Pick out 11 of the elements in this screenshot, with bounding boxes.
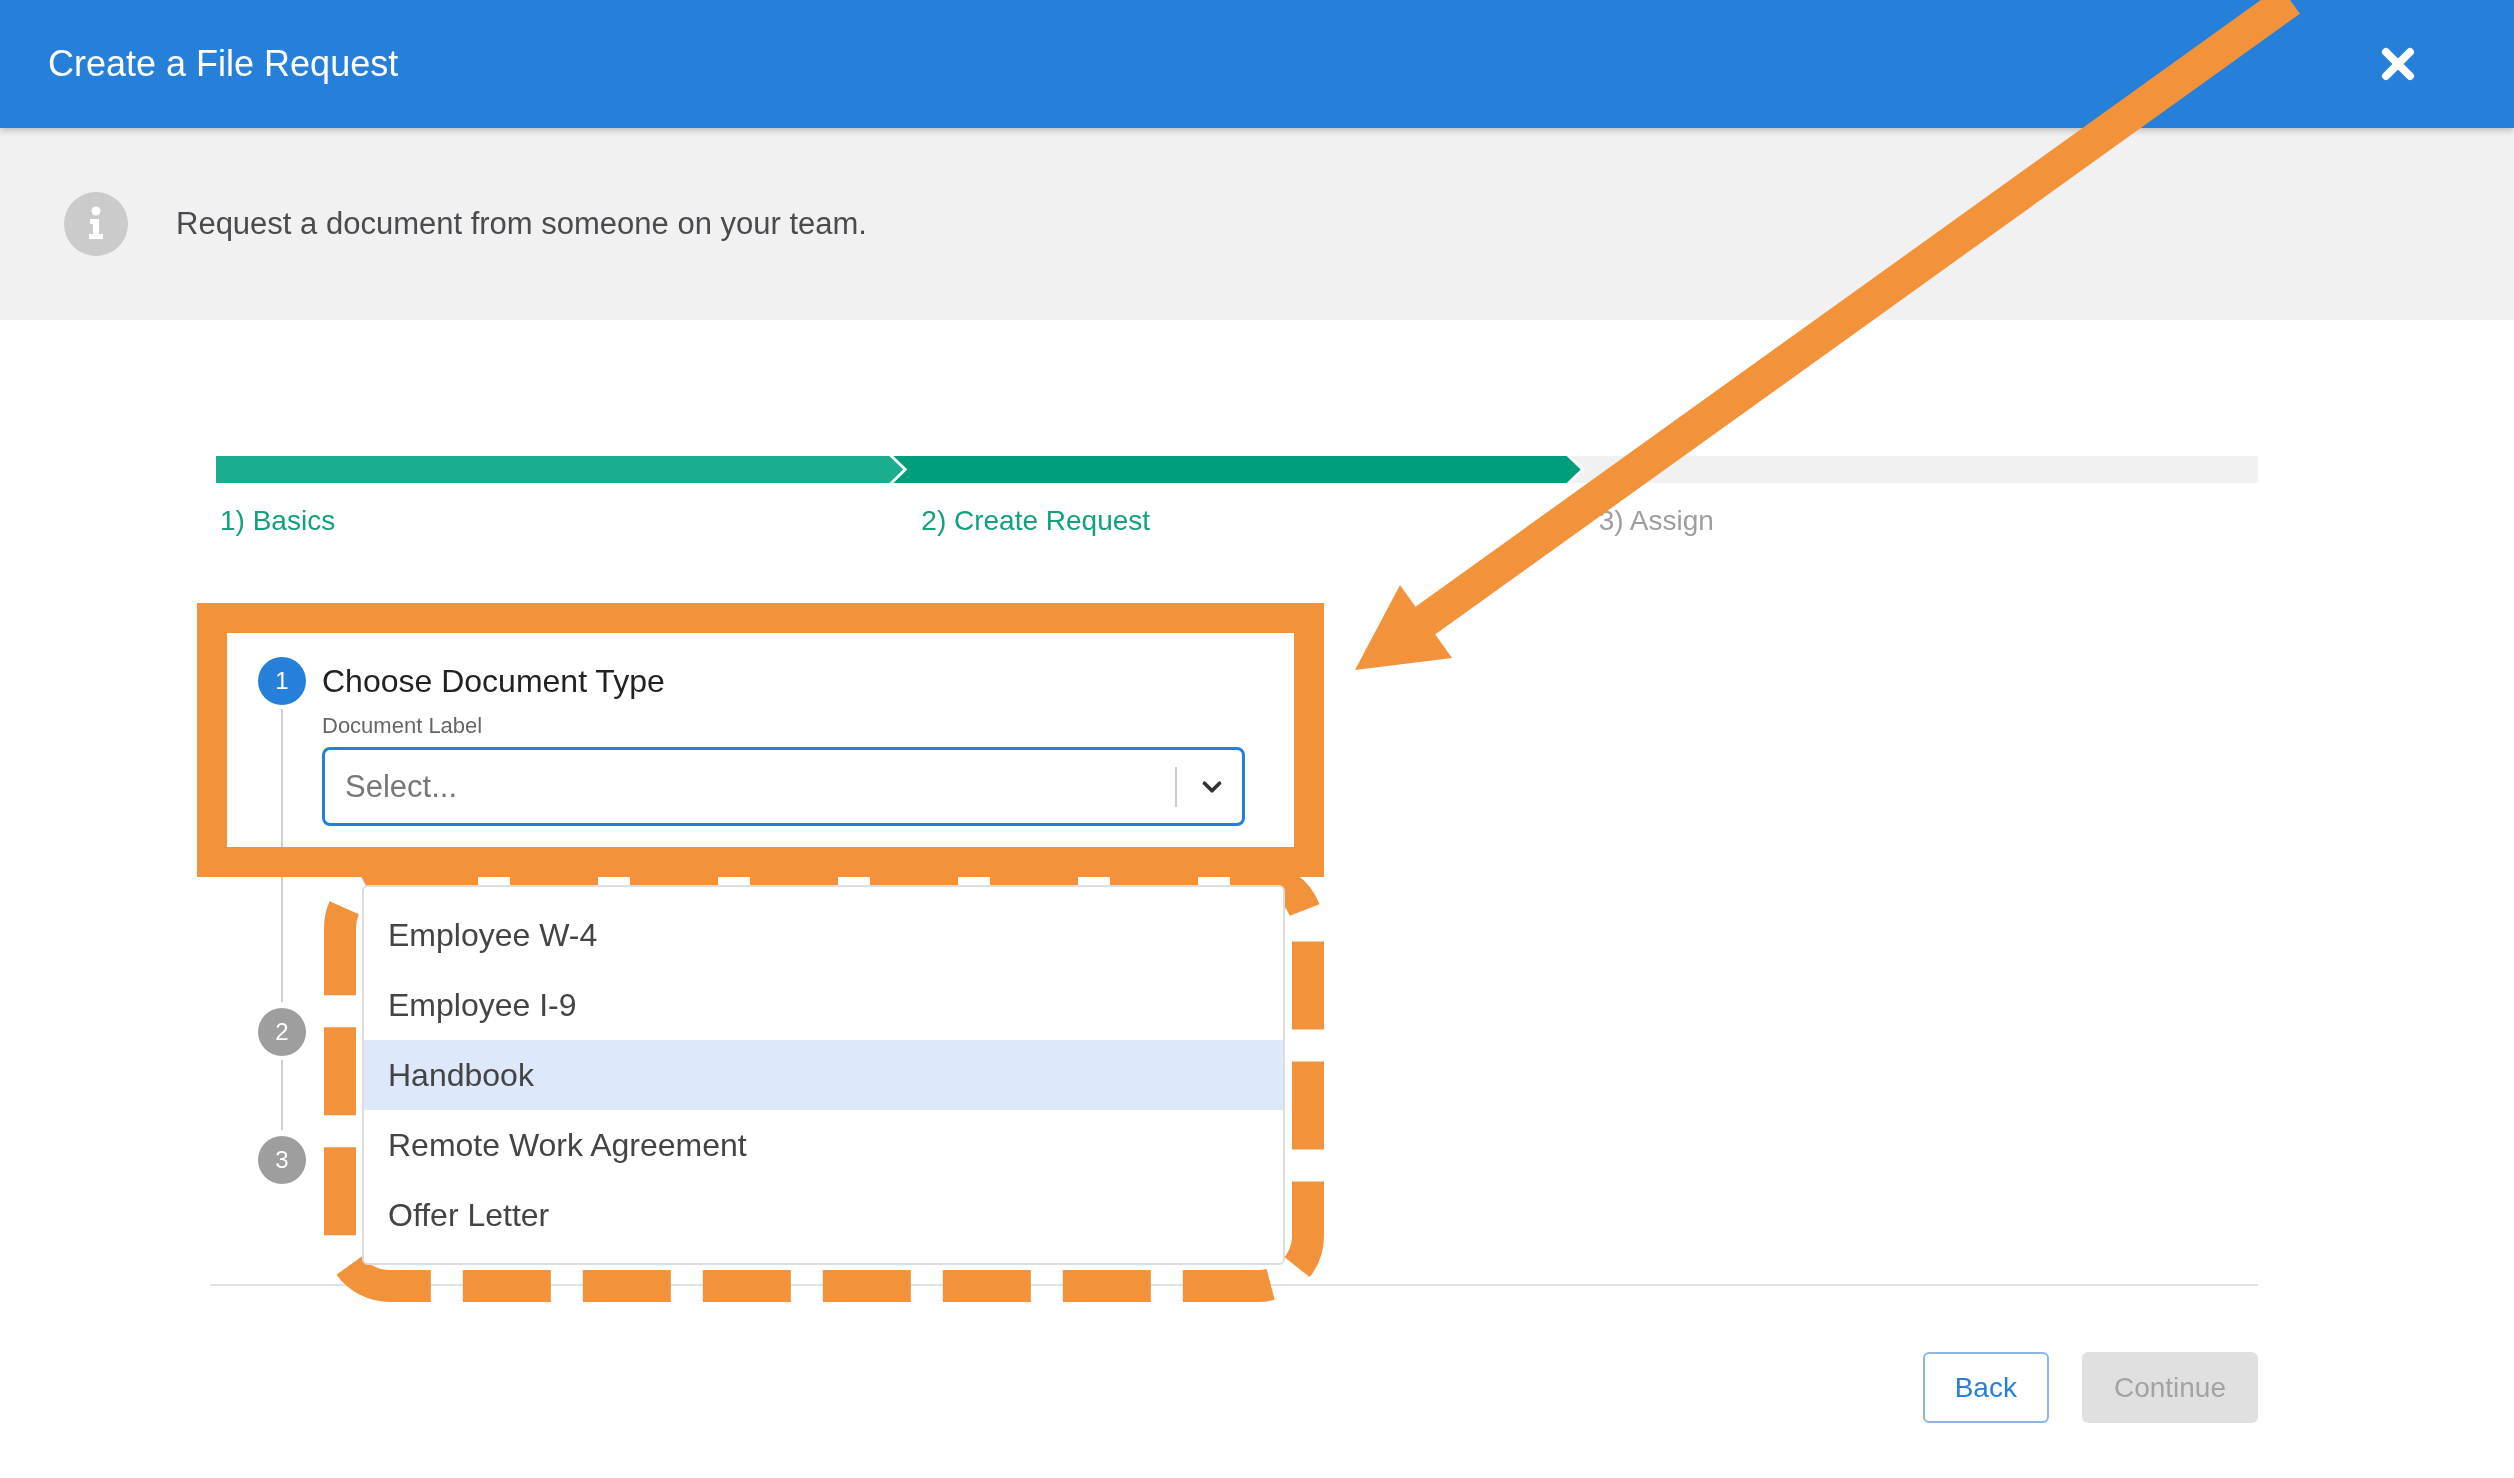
field-label: Document Label [322, 713, 484, 739]
info-message: Request a document from someone on your team. [176, 206, 867, 242]
step-number: 1 [258, 657, 306, 705]
dialog-title: Create a File Request [48, 43, 399, 85]
select-field[interactable]: Select... [322, 747, 1245, 826]
info-icon [64, 192, 128, 256]
step-number: 3 [258, 1136, 306, 1184]
dropdown-option[interactable]: Handbook [364, 1040, 1283, 1110]
step-number: 2 [258, 1008, 306, 1056]
back-button[interactable]: Back [1922, 1352, 2049, 1423]
step-title: Choose Document Type [322, 661, 666, 701]
